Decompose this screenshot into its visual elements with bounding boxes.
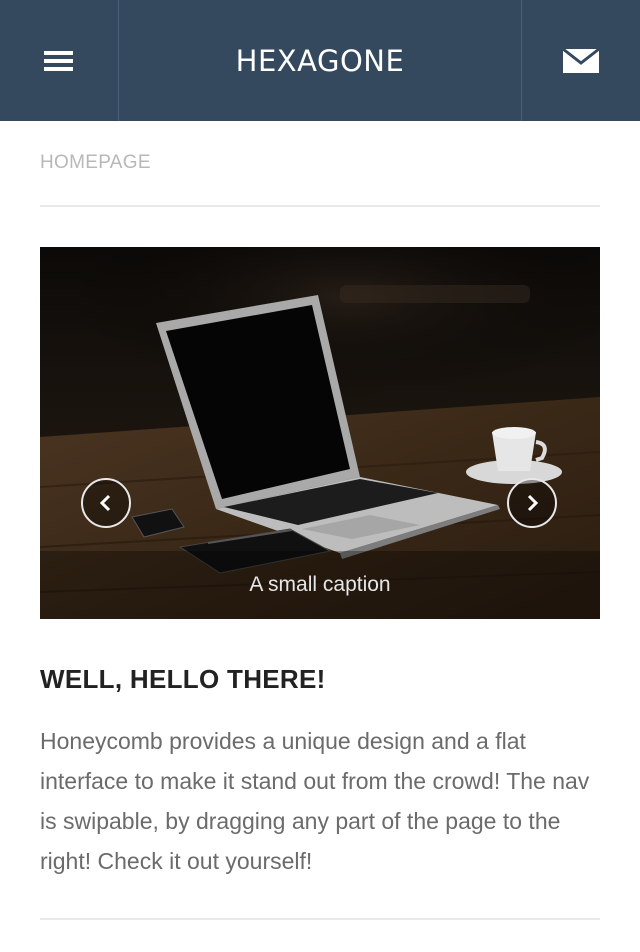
slider-next-button[interactable] <box>507 478 557 528</box>
content-heading: WELL, HELLO THERE! <box>40 664 326 694</box>
mail-button[interactable] <box>522 0 640 121</box>
slider-prev-button[interactable] <box>81 478 131 528</box>
hamburger-menu-icon <box>44 50 73 71</box>
image-slider[interactable]: A small caption <box>40 247 600 619</box>
menu-button[interactable] <box>0 0 118 121</box>
chevron-left-icon <box>99 494 111 512</box>
app-title: HEXAGONE <box>235 43 405 78</box>
content-divider <box>40 918 600 920</box>
header-divider-left <box>118 0 119 121</box>
app-header: HEXAGONE <box>0 0 640 121</box>
envelope-icon <box>562 47 600 73</box>
breadcrumb-divider <box>40 205 600 207</box>
content-paragraph: Honeycomb provides a unique design and a… <box>40 728 590 874</box>
slide-caption: A small caption <box>249 573 391 596</box>
breadcrumb[interactable]: HOMEPAGE <box>40 152 151 174</box>
chevron-right-icon <box>527 494 539 512</box>
